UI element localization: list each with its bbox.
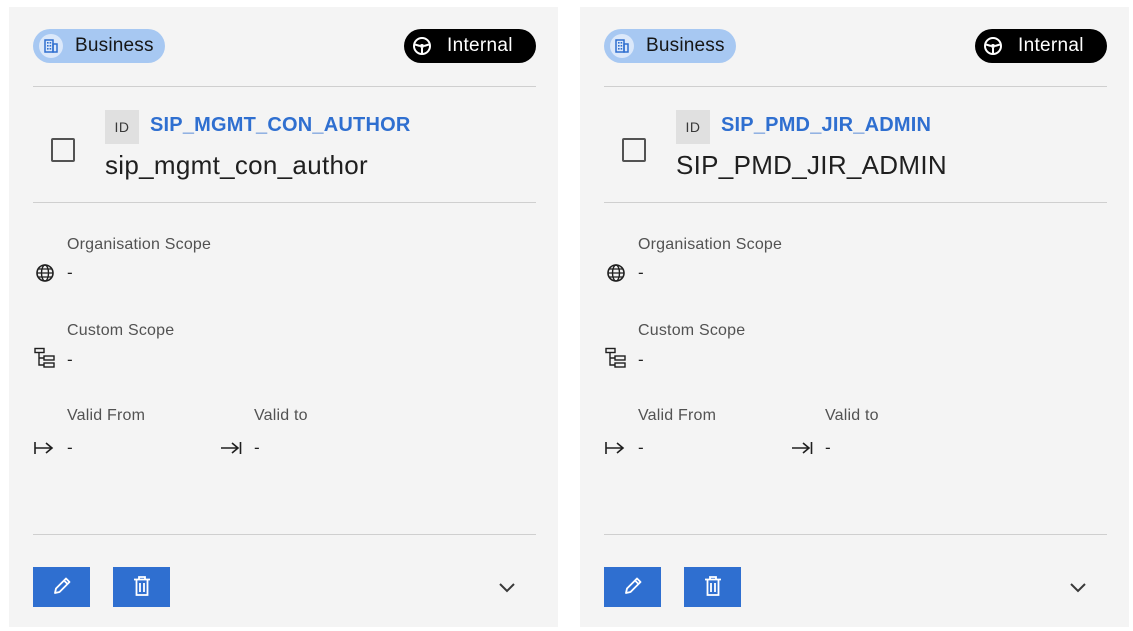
valid-from-label: Valid From <box>638 407 717 424</box>
steering-wheel-icon <box>982 35 1004 57</box>
org-scope-label: Organisation Scope <box>67 236 212 253</box>
select-checkbox[interactable] <box>51 138 75 162</box>
valid-from-label: Valid From <box>67 407 146 424</box>
arrow-from-bar-icon <box>33 439 55 457</box>
role-card: Business Internal ID SIP_PMD_JIR_ADMIN S… <box>580 7 1129 627</box>
hierarchy-icon <box>604 346 628 370</box>
valid-to-value: - <box>825 438 831 457</box>
divider <box>33 534 536 535</box>
arrow-to-bar-icon <box>219 439 243 457</box>
trash-icon <box>703 575 723 600</box>
internal-badge: Internal <box>975 29 1107 63</box>
valid-from-value: - <box>638 438 644 457</box>
delete-button[interactable] <box>113 567 170 607</box>
hierarchy-icon <box>33 346 57 370</box>
id-tag: ID <box>676 110 710 144</box>
business-badge-label: Business <box>75 35 154 56</box>
role-id-link[interactable]: SIP_MGMT_CON_AUTHOR <box>150 114 411 137</box>
edit-button[interactable] <box>33 567 90 607</box>
valid-to-label: Valid to <box>254 407 308 424</box>
org-scope-value: - <box>67 263 73 282</box>
id-tag: ID <box>105 110 139 144</box>
valid-to-value: - <box>254 438 260 457</box>
internal-badge-label: Internal <box>1018 35 1084 56</box>
org-scope-value: - <box>638 263 644 282</box>
business-badge: Business <box>604 29 736 63</box>
custom-scope-value: - <box>638 350 644 369</box>
delete-button[interactable] <box>684 567 741 607</box>
custom-scope-label: Custom Scope <box>638 322 746 339</box>
chevron-down-icon[interactable] <box>495 575 519 599</box>
select-checkbox[interactable] <box>622 138 646 162</box>
arrow-to-bar-icon <box>790 439 814 457</box>
divider <box>604 86 1107 87</box>
business-badge-label: Business <box>646 35 725 56</box>
edit-button[interactable] <box>604 567 661 607</box>
pencil-icon <box>51 575 73 600</box>
custom-scope-label: Custom Scope <box>67 322 175 339</box>
role-cards-grid: Business Internal ID SIP_MGMT_CON_AUTHOR… <box>0 0 1133 631</box>
role-name: SIP_PMD_JIR_ADMIN <box>676 150 947 180</box>
valid-to-label: Valid to <box>825 407 879 424</box>
role-name: sip_mgmt_con_author <box>105 150 368 180</box>
internal-badge: Internal <box>404 29 536 63</box>
org-scope-label: Organisation Scope <box>638 236 783 253</box>
internal-badge-label: Internal <box>447 35 513 56</box>
divider <box>604 534 1107 535</box>
trash-icon <box>132 575 152 600</box>
business-badge: Business <box>33 29 165 63</box>
divider <box>33 86 536 87</box>
chevron-down-icon[interactable] <box>1066 575 1090 599</box>
globe-icon <box>605 262 627 284</box>
steering-wheel-icon <box>411 35 433 57</box>
role-card: Business Internal ID SIP_MGMT_CON_AUTHOR… <box>9 7 558 627</box>
arrow-from-bar-icon <box>604 439 626 457</box>
building-icon <box>610 34 634 58</box>
divider <box>33 202 536 203</box>
building-icon <box>39 34 63 58</box>
custom-scope-value: - <box>67 350 73 369</box>
divider <box>604 202 1107 203</box>
pencil-icon <box>622 575 644 600</box>
valid-from-value: - <box>67 438 73 457</box>
role-id-link[interactable]: SIP_PMD_JIR_ADMIN <box>721 114 931 137</box>
globe-icon <box>34 262 56 284</box>
